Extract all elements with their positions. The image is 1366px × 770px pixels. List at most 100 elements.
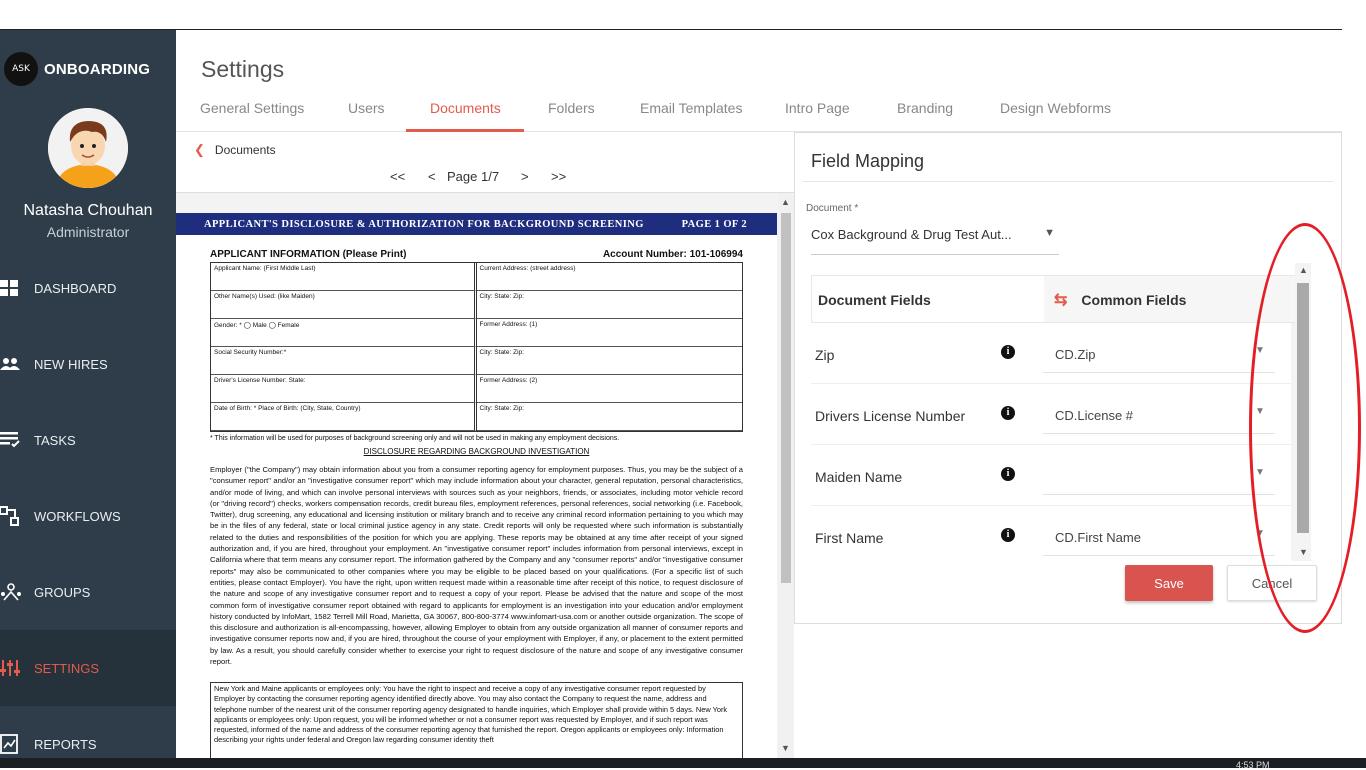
sidebar-item-workflows[interactable]: WORKFLOWS — [0, 478, 176, 554]
tab-general-settings[interactable]: General Settings — [200, 100, 304, 132]
sidebar-item-tasks[interactable]: TASKS — [0, 402, 176, 478]
document-viewer[interactable]: Applicant's Disclosure & Authorization f… — [176, 192, 794, 759]
document-field-name: Drivers License Number — [815, 408, 966, 424]
applicant-info-heading: APPLICANT INFORMATION (Please Print) — [210, 249, 407, 260]
info-icon[interactable]: i — [1001, 406, 1015, 420]
sidebar-item-new-hires[interactable]: NEW HIRES — [0, 326, 176, 402]
disclosure-paragraph: Employer ("the Company") may obtain info… — [210, 465, 743, 667]
tasks-icon — [0, 431, 34, 449]
table-row: Drivers License Number i CD.License # ▼ — [811, 384, 1291, 445]
tab-design-webforms[interactable]: Design Webforms — [1000, 100, 1111, 132]
sidebar-item-label: SETTINGS — [34, 660, 100, 676]
document-page: Applicant's Disclosure & Authorization f… — [176, 213, 777, 759]
breadcrumb[interactable]: ❮ Documents — [194, 142, 276, 158]
tab-intro-page[interactable]: Intro Page — [785, 100, 850, 132]
col-common-fields: ⇆ Common Fields — [1054, 290, 1186, 310]
reports-icon — [0, 734, 34, 754]
sidebar-item-dashboard[interactable]: DASHBOARD — [0, 250, 176, 326]
groups-icon — [0, 582, 34, 602]
tab-users[interactable]: Users — [348, 100, 385, 132]
table-row: Zip i CD.Zip ▼ — [811, 323, 1291, 384]
form-cell: Former Address: (2) — [476, 375, 742, 403]
field-mapping-table: Document Fields ⇆ Common Fields Zip i CD… — [811, 275, 1309, 561]
next-page-button[interactable]: > — [521, 169, 551, 184]
sidebar-nav: DASHBOARD NEW HIRES TASKS WORKFLOWS GROU… — [0, 250, 176, 758]
tab-email-templates[interactable]: Email Templates — [640, 100, 742, 132]
document-body: APPLICANT INFORMATION (Please Print) Acc… — [176, 235, 777, 759]
document-preview-panel: ❮ Documents << < Page 1/7 > >> Applicant… — [176, 132, 794, 759]
swap-arrows-icon: ⇆ — [1054, 292, 1068, 309]
sidebar-item-label: GROUPS — [34, 584, 91, 600]
state-notice-box: New York and Maine applicants or employe… — [210, 682, 743, 759]
field-mapping-title: Field Mapping — [811, 151, 925, 171]
mapping-table-header: Document Fields ⇆ Common Fields — [811, 275, 1309, 323]
document-select-value: Cox Background & Drug Test Aut... — [811, 227, 1012, 242]
form-cell: Former Address: (1) — [476, 319, 742, 347]
document-header-line: APPLICANT INFORMATION (Please Print) Acc… — [210, 249, 743, 260]
new-hires-icon — [0, 356, 34, 372]
tab-branding[interactable]: Branding — [897, 100, 953, 132]
brand: ASK ONBOARDING — [0, 30, 176, 108]
col-document-fields: Document Fields — [818, 292, 931, 308]
sidebar: ASK ONBOARDING Natasha Chouhan Administr… — [0, 30, 176, 758]
mapping-rows[interactable]: Zip i CD.Zip ▼ Drivers License Number i … — [811, 323, 1291, 561]
document-banner-title: Applicant's Disclosure & Authorization f… — [204, 218, 644, 230]
form-cell: Date of Birth: * Place of Birth: (City, … — [211, 403, 477, 431]
sidebar-item-label: NEW HIRES — [34, 356, 108, 372]
main-content: Settings General Settings Users Document… — [176, 30, 1342, 759]
first-page-button[interactable]: << — [390, 169, 428, 184]
prev-page-button[interactable]: < — [428, 169, 447, 184]
chevron-left-icon[interactable]: ❮ — [194, 142, 205, 158]
taskbar — [0, 758, 1366, 768]
avatar[interactable] — [48, 108, 128, 188]
disclosure-heading: DISCLOSURE REGARDING BACKGROUND INVESTIG… — [363, 447, 590, 456]
divider — [803, 181, 1333, 182]
form-cell: City: State: Zip: — [476, 403, 742, 431]
sidebar-item-reports[interactable]: REPORTS — [0, 706, 176, 758]
info-icon[interactable]: i — [1001, 467, 1015, 481]
annotation-circle — [1249, 223, 1361, 633]
sidebar-item-label: WORKFLOWS — [34, 508, 121, 524]
applicant-form-grid: Applicant Name: (First Middle Last) Curr… — [210, 262, 743, 432]
save-button[interactable]: Save — [1125, 565, 1213, 601]
document-note: * This information will be used for purp… — [210, 435, 620, 442]
form-cell: Gender: * ◯ Male ◯ Female — [211, 319, 477, 347]
document-field-name: Zip — [815, 347, 835, 363]
settings-icon — [0, 658, 34, 678]
info-icon[interactable]: i — [1001, 528, 1015, 542]
document-field-name: Maiden Name — [815, 469, 903, 485]
settings-tabs: General Settings Users Documents Folders… — [176, 92, 1342, 132]
taskbar-clock: 4:53 PM — [1236, 760, 1270, 770]
tab-documents[interactable]: Documents — [430, 100, 501, 132]
col-common-fields-label: Common Fields — [1081, 292, 1187, 308]
common-field-value: CD.Zip — [1055, 347, 1096, 362]
scroll-down-icon[interactable]: ▼ — [781, 743, 790, 753]
pager: << < Page 1/7 > >> — [390, 169, 575, 184]
form-cell: Social Security Number:* — [211, 347, 477, 375]
caret-down-icon[interactable]: ▼ — [1044, 227, 1055, 239]
last-page-button[interactable]: >> — [551, 169, 575, 184]
common-field-value: CD.License # — [1055, 408, 1134, 423]
document-scrollbar[interactable]: ▲ ▼ — [778, 193, 794, 759]
breadcrumb-documents[interactable]: Documents — [215, 143, 276, 157]
document-select-label: Document * — [806, 203, 859, 214]
page-indicator: Page 1/7 — [447, 169, 500, 184]
form-cell: City: State: Zip: — [476, 291, 742, 319]
tab-folders[interactable]: Folders — [548, 100, 595, 132]
dashboard-icon — [0, 278, 34, 298]
document-select[interactable]: Cox Background & Drug Test Aut... ▼ — [811, 227, 1059, 255]
account-number: Account Number: 101-106994 — [602, 249, 743, 260]
table-row: Maiden Name i ▼ — [811, 445, 1291, 506]
scroll-up-icon[interactable]: ▲ — [781, 197, 790, 207]
browser-top-bar — [0, 0, 1342, 30]
form-cell: Driver's License Number: State: — [211, 375, 477, 403]
common-field-select[interactable] — [1043, 455, 1275, 495]
sidebar-item-settings[interactable]: SETTINGS — [0, 630, 176, 706]
form-cell: Other Name(s) Used: (like Maiden) — [211, 291, 477, 319]
sidebar-item-label: TASKS — [34, 432, 76, 448]
info-icon[interactable]: i — [1001, 345, 1015, 359]
user-role: Administrator — [46, 224, 130, 240]
form-cell: Applicant Name: (First Middle Last) — [211, 263, 477, 291]
sidebar-item-groups[interactable]: GROUPS — [0, 554, 176, 630]
document-scroll-thumb[interactable] — [781, 213, 791, 583]
